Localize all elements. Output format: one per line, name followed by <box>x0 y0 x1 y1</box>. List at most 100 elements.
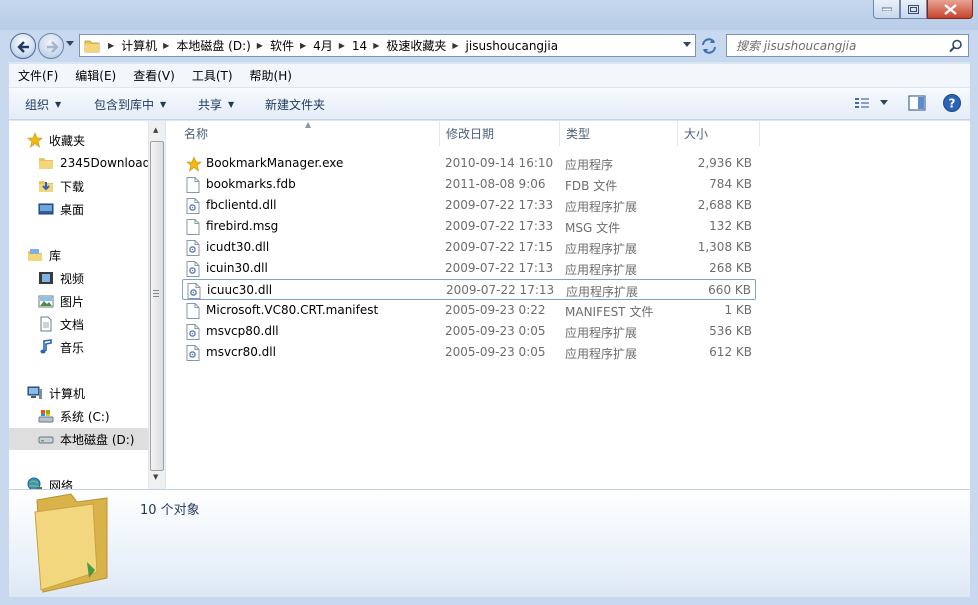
file-row[interactable]: bookmarks.fdb 2011-08-08 9:06 FDB 文件 784 KB <box>182 174 756 195</box>
close-button[interactable] <box>927 0 973 19</box>
nav-computer[interactable]: 计算机 <box>27 382 85 404</box>
breadcrumb-item[interactable]: ▶ 计算机 <box>102 37 157 54</box>
nav-item-drive-c[interactable]: 系统 (C:) <box>38 405 110 427</box>
breadcrumb-label[interactable]: 4月 <box>313 37 333 54</box>
chevron-right-icon[interactable]: ▶ <box>339 41 345 50</box>
title-bar[interactable] <box>0 0 978 30</box>
nav-item-downloads[interactable]: 下载 <box>38 175 84 197</box>
recent-pages-dropdown-icon[interactable] <box>66 41 74 46</box>
chevron-right-icon[interactable]: ▶ <box>257 41 263 50</box>
file-size: 784 KB <box>709 177 752 191</box>
refresh-icon[interactable] <box>699 36 719 56</box>
nav-label: 文档 <box>60 317 85 332</box>
file-type: 应用程序扩展 <box>565 200 638 214</box>
nav-favorites[interactable]: 收藏夹 <box>27 129 85 151</box>
file-name: icudt30.dll <box>206 240 270 254</box>
column-header-type[interactable]: 类型 <box>560 121 678 146</box>
column-label: 大小 <box>684 127 709 141</box>
file-size: 660 KB <box>708 283 751 297</box>
scroll-up-arrow-icon[interactable]: ▲ <box>153 126 158 134</box>
file-row[interactable]: icuuc30.dll 2009-07-22 17:13 应用程序扩展 660 KB <box>182 279 756 300</box>
file-size: 132 KB <box>709 219 752 233</box>
nav-item-documents[interactable]: 文档 <box>38 313 84 335</box>
column-header-size[interactable]: 大小 <box>678 121 760 146</box>
nav-item-pictures[interactable]: 图片 <box>38 290 84 312</box>
share-button[interactable]: 共享 ▼ <box>198 96 234 113</box>
chevron-down-icon[interactable] <box>880 100 890 106</box>
breadcrumb-label[interactable]: 计算机 <box>121 37 157 54</box>
nav-network[interactable]: 网络 <box>27 474 73 489</box>
file-type: 应用程序扩展 <box>565 326 638 340</box>
breadcrumb-item[interactable]: ▶ 4月 <box>294 37 333 54</box>
blank-file-icon <box>186 219 200 235</box>
column-header-name[interactable]: 名称 <box>178 121 440 146</box>
file-row[interactable]: msvcp80.dll 2005-09-23 0:05 应用程序扩展 536 KB <box>182 321 756 342</box>
menu-tools[interactable]: 工具(T) <box>183 67 241 84</box>
nav-label: 2345Downloads <box>60 156 157 170</box>
file-type: FDB 文件 <box>565 179 618 193</box>
search-input[interactable] <box>727 35 937 56</box>
breadcrumb-label[interactable]: 本地磁盘 (D:) <box>176 37 250 54</box>
menu-view[interactable]: 查看(V) <box>124 67 183 84</box>
breadcrumb-item[interactable]: ▶ jisushoucangjia <box>446 39 558 53</box>
file-row[interactable]: BookmarkManager.exe 2010-09-14 16:10 应用程序 2… <box>182 153 756 174</box>
file-row[interactable]: Microsoft.VC80.CRT.manifest 2005-09-23 0:… <box>182 300 756 321</box>
nav-item-videos[interactable]: 视频 <box>38 267 84 289</box>
navigation-bar: ▶ 计算机 ▶ 本地磁盘 (D:) ▶ 软件 ▶ 4月 ▶ 14 ▶ 极速收藏夹 ▶ jisu… <box>0 30 978 62</box>
navigation-scrollbar[interactable]: ▲ ▼ <box>148 121 165 489</box>
column-label: 名称 <box>184 127 209 141</box>
breadcrumb-item[interactable]: ▶ 软件 <box>251 37 294 54</box>
scrollbar-thumb[interactable] <box>150 141 164 471</box>
breadcrumb-label[interactable]: 软件 <box>270 37 294 54</box>
nav-libraries[interactable]: 库 <box>27 244 61 266</box>
menu-file[interactable]: 文件(F) <box>9 67 66 84</box>
breadcrumb-label[interactable]: 极速收藏夹 <box>386 37 446 54</box>
menu-edit[interactable]: 编辑(E) <box>66 67 124 84</box>
file-row[interactable]: icudt30.dll 2009-07-22 17:15 应用程序扩展 1,308 K… <box>182 237 756 258</box>
breadcrumb-item[interactable]: ▶ 14 <box>333 39 367 53</box>
file-type: MSG 文件 <box>565 221 621 235</box>
file-row[interactable]: msvcr80.dll 2005-09-23 0:05 应用程序扩展 612 KB <box>182 342 756 363</box>
chevron-right-icon[interactable]: ▶ <box>163 41 169 50</box>
help-icon[interactable]: ? <box>942 93 962 113</box>
column-header-date[interactable]: 修改日期 <box>440 121 560 146</box>
file-row[interactable]: icuin30.dll 2009-07-22 17:13 应用程序扩展 268 KB <box>182 258 756 279</box>
preview-pane-icon[interactable] <box>908 95 926 111</box>
chevron-right-icon[interactable]: ▶ <box>373 41 379 50</box>
nav-item-desktop[interactable]: 桌面 <box>38 198 84 220</box>
nav-item-music[interactable]: 音乐 <box>38 336 84 358</box>
address-bar[interactable]: ▶ 计算机 ▶ 本地磁盘 (D:) ▶ 软件 ▶ 4月 ▶ 14 ▶ 极速收藏夹 ▶ jisu… <box>79 34 696 57</box>
breadcrumb-label[interactable]: jisushoucangjia <box>466 39 559 53</box>
search-box[interactable] <box>726 34 969 57</box>
chevron-right-icon[interactable]: ▶ <box>452 41 458 50</box>
menu-help[interactable]: 帮助(H) <box>241 67 300 84</box>
change-view-icon[interactable] <box>854 96 870 110</box>
breadcrumb-item[interactable]: ▶ 极速收藏夹 <box>367 37 446 54</box>
file-row[interactable]: fbclientd.dll 2009-07-22 17:33 应用程序扩展 2,688… <box>182 195 756 216</box>
scroll-down-arrow-icon[interactable]: ▼ <box>153 473 158 481</box>
file-type: 应用程序扩展 <box>565 263 638 277</box>
search-icon[interactable] <box>949 39 963 53</box>
organize-button[interactable]: 组织 ▼ <box>25 96 61 113</box>
file-row[interactable]: firebird.msg 2009-07-22 17:33 MSG 文件 132 KB <box>182 216 756 237</box>
nav-item-drive-d[interactable]: 本地磁盘 (D:) <box>9 428 157 450</box>
chevron-right-icon[interactable]: ▶ <box>300 41 306 50</box>
include-in-library-button[interactable]: 包含到库中 ▼ <box>94 96 166 113</box>
file-size: 2,688 KB <box>697 198 752 212</box>
maximize-button[interactable] <box>900 0 927 19</box>
file-size: 536 KB <box>709 324 752 338</box>
new-folder-button[interactable]: 新建文件夹 <box>265 96 325 113</box>
back-button[interactable] <box>10 33 36 59</box>
document-icon <box>40 316 52 332</box>
file-date: 2009-07-22 17:13 <box>446 283 555 297</box>
music-note-icon <box>40 339 52 354</box>
breadcrumb-label[interactable]: 14 <box>352 39 367 53</box>
breadcrumb-item[interactable]: ▶ 本地磁盘 (D:) <box>157 37 251 54</box>
file-list-pane: ▲ 名称 修改日期 类型 大小 BookmarkManager.exe 2010-… <box>166 120 970 489</box>
address-dropdown-icon[interactable] <box>683 42 691 47</box>
file-size: 612 KB <box>709 345 752 359</box>
minimize-button[interactable] <box>873 0 900 19</box>
forward-button[interactable] <box>38 33 64 59</box>
nav-item-2345downloads[interactable]: 2345Downloads <box>38 152 156 174</box>
chevron-right-icon[interactable]: ▶ <box>108 41 114 50</box>
